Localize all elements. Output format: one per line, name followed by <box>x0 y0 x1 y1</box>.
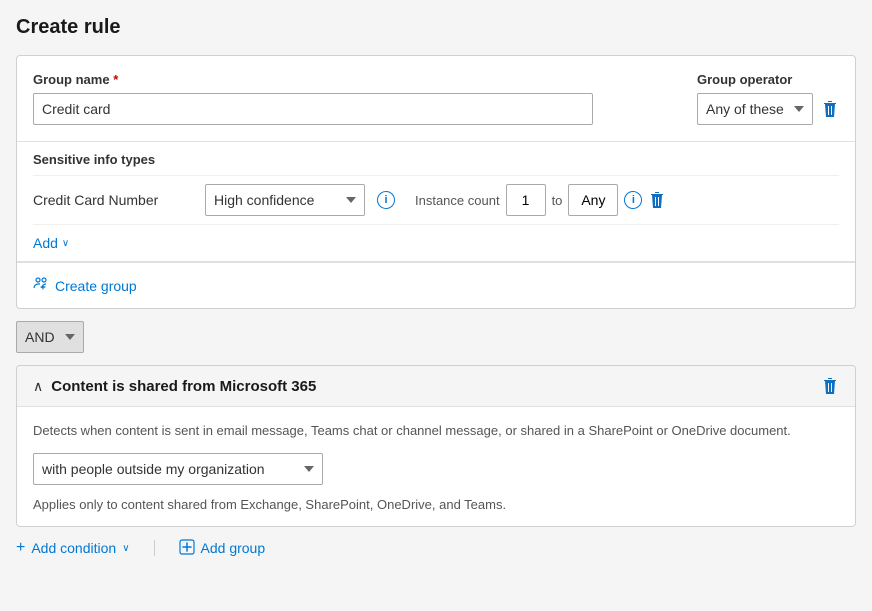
rule-group-container: Group name * Group operator Any of these… <box>16 55 856 309</box>
footer-bar: + Add condition ∨ Add group <box>16 539 856 558</box>
delete-condition-button[interactable] <box>821 376 839 396</box>
sharing-select[interactable]: with people outside my organization with… <box>33 453 323 485</box>
instance-to-input[interactable] <box>568 184 618 216</box>
condition-description: Detects when content is sent in email me… <box>33 421 839 441</box>
instance-from-input[interactable] <box>506 184 546 216</box>
footer-divider <box>154 540 155 556</box>
condition-header: ∧ Content is shared from Microsoft 365 <box>17 366 855 407</box>
add-row: Add ∨ <box>33 224 839 261</box>
confidence-info-icon[interactable]: i <box>377 191 395 209</box>
trash-condition-icon <box>823 378 837 394</box>
instance-count-group: Instance count to i <box>415 184 666 216</box>
and-operator-row: AND OR <box>16 321 856 353</box>
add-group-svg <box>179 539 195 555</box>
required-marker: * <box>113 72 118 87</box>
group-icon-svg <box>33 275 49 291</box>
create-group-button[interactable]: Create group <box>33 275 137 296</box>
add-group-icon <box>179 539 195 558</box>
instance-info-icon[interactable]: i <box>624 191 642 209</box>
info-type-row: Credit Card Number High confidence Mediu… <box>33 175 839 224</box>
condition-block: ∧ Content is shared from Microsoft 365 D… <box>16 365 856 527</box>
delete-group-button[interactable] <box>821 99 839 119</box>
add-condition-button[interactable]: + Add condition ∨ <box>16 539 130 557</box>
condition-body: Detects when content is sent in email me… <box>17 407 855 526</box>
add-group-button[interactable]: Add group <box>179 539 266 558</box>
group-name-input[interactable] <box>33 93 593 125</box>
to-label: to <box>552 193 563 208</box>
add-chevron-icon: ∨ <box>62 238 69 249</box>
group-name-label: Group name * <box>33 72 673 87</box>
collapse-icon[interactable]: ∧ <box>33 378 43 395</box>
group-operator-select[interactable]: Any of these All of these <box>697 93 813 125</box>
instance-count-label: Instance count <box>415 193 500 208</box>
add-condition-plus-icon: + <box>16 539 25 557</box>
condition-title: Content is shared from Microsoft 365 <box>51 378 316 395</box>
delete-info-type-button[interactable] <box>648 190 666 210</box>
condition-title-row: ∧ Content is shared from Microsoft 365 <box>33 378 316 395</box>
create-group-section: Create group <box>17 262 855 308</box>
trash-icon <box>650 192 664 208</box>
applies-text: Applies only to content shared from Exch… <box>33 497 839 512</box>
group-operator-label: Group operator <box>697 72 792 87</box>
add-group-label: Add group <box>201 540 266 556</box>
info-type-name: Credit Card Number <box>33 192 193 208</box>
page-title: Create rule <box>16 16 856 39</box>
group-header: Group name * Group operator Any of these… <box>17 56 855 142</box>
group-operator-row: Any of these All of these <box>697 93 839 125</box>
sensitive-info-label: Sensitive info types <box>33 142 839 175</box>
group-name-section: Group name * <box>33 72 673 125</box>
add-button[interactable]: Add ∨ <box>33 235 69 251</box>
create-group-label: Create group <box>55 278 137 294</box>
trash-icon <box>823 101 837 117</box>
create-group-icon <box>33 275 49 296</box>
group-operator-section: Group operator Any of these All of these <box>697 72 839 125</box>
confidence-select[interactable]: High confidence Medium confidence Low co… <box>205 184 365 216</box>
and-operator-select[interactable]: AND OR <box>16 321 84 353</box>
sensitive-info-section: Sensitive info types Credit Card Number … <box>17 142 855 262</box>
add-condition-chevron-icon: ∨ <box>122 543 129 554</box>
add-condition-label: Add condition <box>31 540 116 556</box>
